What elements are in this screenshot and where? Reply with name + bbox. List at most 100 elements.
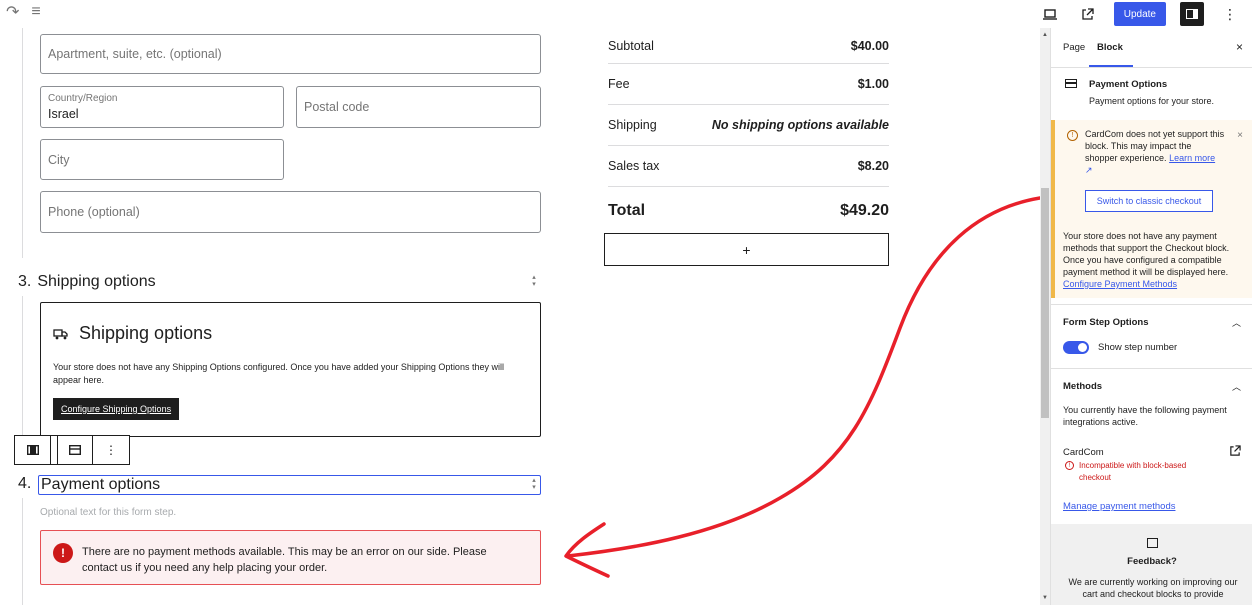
editor-canvas: Apartment, suite, etc. (optional) Countr… (0, 28, 1040, 605)
compatibility-warning-notice: ! CardCom does not yet support this bloc… (1051, 120, 1252, 298)
city-field[interactable]: City (40, 139, 284, 180)
top-bar-left-tools: ↷ ≡ (6, 2, 41, 22)
methods-panel: Methods ︿ You currently have the followi… (1051, 368, 1252, 524)
tab-block[interactable]: Block (1097, 42, 1123, 53)
manage-payment-methods-link[interactable]: Manage payment methods (1063, 501, 1175, 512)
totals-value: $1.00 (857, 77, 889, 91)
total-label: Total (608, 202, 646, 219)
country-label: Country/Region (48, 93, 118, 104)
scrollbar-thumb[interactable] (1041, 188, 1049, 418)
totals-row-subtotal: Subtotal $40.00 (608, 28, 889, 64)
step-title-text: Shipping options (37, 273, 156, 290)
view-page-external-icon[interactable] (1076, 2, 1100, 26)
feedback-icon (1147, 538, 1158, 548)
totals-label: Fee (608, 77, 630, 91)
feedback-title: Feedback? (1127, 556, 1177, 567)
feedback-text: We are currently working on improving ou… (1068, 577, 1238, 599)
feedback-panel: Feedback? We are currently working on im… (1051, 524, 1252, 605)
more-options-icon[interactable]: ⋮ (1218, 2, 1242, 26)
order-total-row: Total $49.20 (608, 202, 889, 220)
shipping-options-block: Shipping options Your store does not hav… (40, 302, 541, 437)
more-block-options-icon[interactable]: ⋮ (93, 436, 129, 464)
payment-step-number: 4. (18, 475, 37, 493)
step-connector-line (22, 28, 23, 258)
phone-field[interactable]: Phone (optional) (40, 191, 541, 233)
postal-placeholder: Postal code (304, 100, 370, 114)
totals-row-sales-tax: Sales tax $8.20 (608, 146, 889, 187)
payment-error-text: There are no payment methods available. … (82, 546, 487, 574)
step-number: 3. (18, 273, 32, 290)
step-connector-line (22, 296, 23, 436)
step-number: 4. (18, 475, 32, 492)
error-icon: ! (1065, 461, 1074, 470)
postal-code-field[interactable]: Postal code (296, 86, 541, 128)
external-link-icon: ↗ (1085, 165, 1093, 175)
tab-page[interactable]: Page (1063, 42, 1085, 53)
form-step-options-panel: Form Step Options ︿ Show step number (1051, 304, 1252, 372)
incompatible-method-text: Incompatible with block-based checkout (1079, 461, 1187, 482)
country-region-select[interactable]: Country/Region Israel (40, 86, 284, 128)
top-bar-right-tools: Update ⋮ (1038, 2, 1242, 26)
payment-method-name: CardCom (1063, 447, 1104, 458)
view-desktop-icon[interactable] (1038, 2, 1062, 26)
chevron-up-icon[interactable]: ︿ (1232, 380, 1241, 393)
configure-shipping-options-button[interactable]: Configure Shipping Options (53, 398, 180, 420)
no-methods-message: Your store does not have any payment met… (1063, 231, 1230, 277)
configure-payment-methods-link[interactable]: Configure Payment Methods (1063, 279, 1177, 289)
switch-to-classic-checkout-button[interactable]: Switch to classic checkout (1085, 190, 1213, 212)
shipping-box-text: Your store does not have any Shipping Op… (53, 362, 504, 385)
block-type-icon[interactable] (15, 436, 51, 464)
totals-label: Subtotal (608, 38, 654, 53)
scroll-down-icon[interactable]: ▼ (1042, 595, 1048, 601)
shipping-box-title-text: Shipping options (79, 323, 213, 343)
phone-placeholder: Phone (optional) (48, 205, 140, 219)
shipping-box-title: Shipping options (53, 323, 212, 344)
toggle-label: Show step number (1098, 342, 1178, 353)
warning-icon: ! (1067, 130, 1078, 141)
payment-error-notice: ! There are no payment methods available… (40, 530, 541, 585)
learn-more-link[interactable]: Learn more (1169, 153, 1215, 163)
move-up-down-icon[interactable]: ▴ ▾ (529, 477, 539, 491)
totals-row-fee: Fee $1.00 (608, 64, 889, 105)
block-toolbar: ⋮ (14, 435, 130, 465)
shipping-step-title[interactable]: 3. Shipping options (18, 273, 156, 291)
chevron-up-icon[interactable]: ︿ (1232, 316, 1241, 329)
redo-icon[interactable]: ↷ (6, 2, 19, 22)
canvas-scrollbar[interactable]: ▲ ▼ (1040, 28, 1050, 605)
card-layout-icon[interactable] (57, 436, 93, 464)
active-tab-indicator (1089, 65, 1133, 67)
totals-row-shipping: Shipping No shipping options available (608, 105, 889, 146)
editor-top-bar: ↷ ≡ Update ⋮ (0, 0, 1252, 28)
warning-text: CardCom does not yet support this block.… (1085, 128, 1225, 176)
totals-label: Sales tax (608, 159, 660, 173)
step-connector-line (22, 498, 23, 605)
totals-value: $40.00 (850, 38, 889, 53)
no-payment-methods-text: Your store does not have any payment met… (1063, 230, 1251, 290)
methods-description: You currently have the following payment… (1063, 405, 1227, 427)
add-block-button[interactable]: + (604, 233, 889, 266)
total-value: $49.20 (840, 202, 889, 219)
scroll-up-icon[interactable]: ▲ (1042, 32, 1048, 38)
step-description-placeholder[interactable]: Optional text for this form step. (40, 507, 176, 518)
truck-icon (53, 328, 68, 339)
dismiss-warning-icon[interactable]: × (1237, 130, 1243, 141)
apartment-field[interactable]: Apartment, suite, etc. (optional) (40, 34, 541, 74)
error-icon: ! (53, 543, 73, 563)
document-overview-icon[interactable]: ≡ (31, 3, 40, 21)
apartment-placeholder: Apartment, suite, etc. (optional) (48, 47, 222, 61)
sidebar-tabs: Page Block × (1051, 28, 1252, 68)
totals-label: Shipping (608, 118, 657, 132)
block-card-description: Payment options for your store. (1089, 96, 1215, 106)
external-link-icon[interactable] (1229, 445, 1241, 460)
payment-step-title-input[interactable]: Payment options (38, 475, 541, 495)
close-icon[interactable]: × (1236, 40, 1243, 54)
panel-title[interactable]: Form Step Options (1063, 317, 1149, 328)
block-card-title: Payment Options (1089, 79, 1168, 90)
payment-card-icon (1065, 79, 1077, 88)
panel-title[interactable]: Methods (1063, 381, 1102, 392)
country-value: Israel (48, 107, 79, 121)
move-up-down-icon[interactable]: ▴ ▾ (529, 274, 539, 288)
settings-sidebar-toggle-icon[interactable] (1180, 2, 1204, 26)
show-step-number-toggle[interactable] (1063, 341, 1089, 354)
update-button[interactable]: Update (1113, 2, 1166, 26)
